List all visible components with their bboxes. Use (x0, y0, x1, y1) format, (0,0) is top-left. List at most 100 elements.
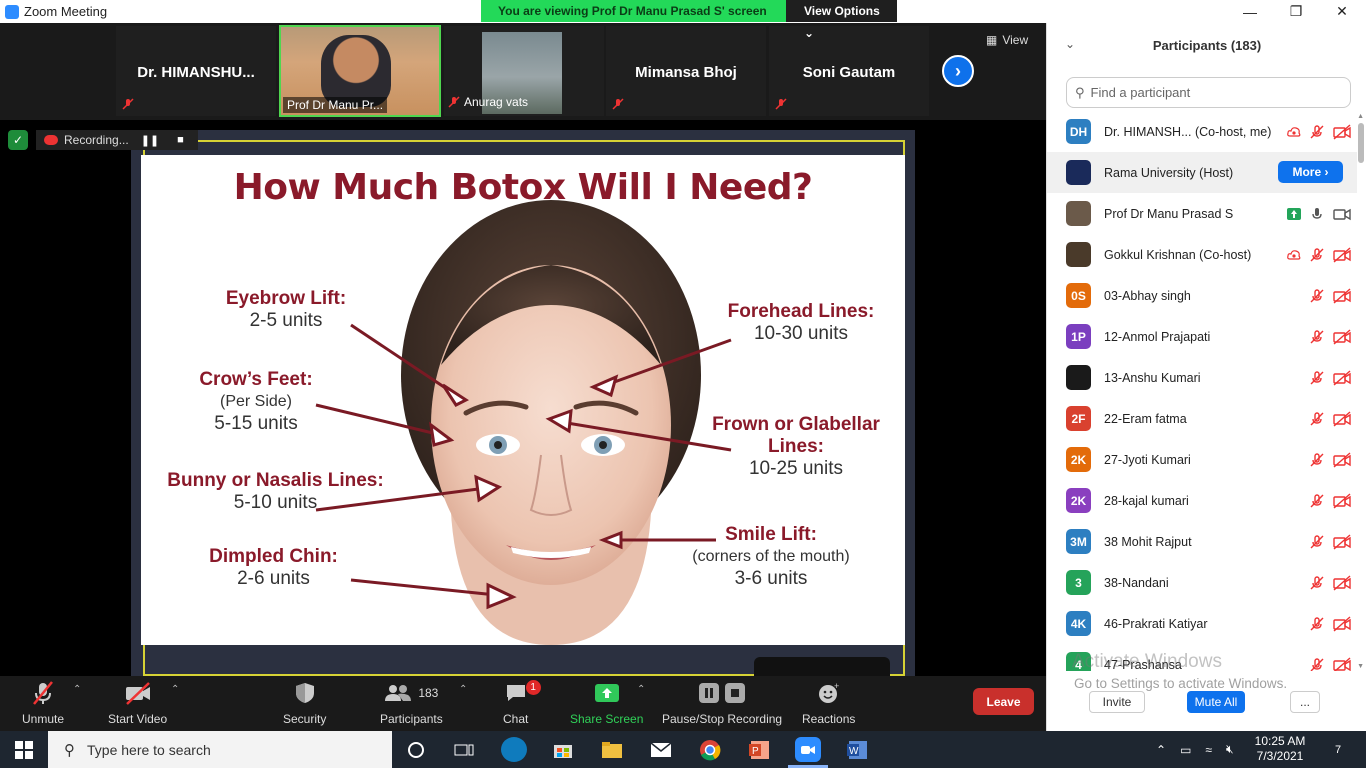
share-options-caret-icon[interactable]: ⌃ (637, 684, 645, 695)
avatar (1066, 242, 1091, 267)
smiley-icon: + (818, 681, 839, 703)
unmute-button[interactable]: Unmute (22, 680, 64, 726)
mute-all-button[interactable]: Mute All (1187, 691, 1245, 713)
task-view-icon[interactable] (451, 737, 477, 762)
more-options-button[interactable]: ... (1290, 691, 1320, 713)
participant-row[interactable]: 3M 38 Mohit Rajput (1047, 521, 1357, 562)
participant-row[interactable]: 1P 12-Anmol Prajapati (1047, 316, 1357, 357)
participants-label: Participants (380, 712, 443, 726)
clock-time: 10:25 AM (1254, 734, 1306, 748)
restore-icon[interactable]: ❐ (1273, 0, 1319, 23)
share-screen-label: Share Screen (570, 712, 644, 726)
meeting-toolbar: Unmute ⌃ Start Video ⌃ Security 183 Part… (0, 676, 1046, 731)
zoom-taskbar-icon[interactable] (795, 737, 821, 762)
callout-title: Forehead Lines: (727, 301, 875, 322)
participant-more-button[interactable]: More › (1278, 161, 1343, 183)
next-page-button[interactable]: › (942, 55, 974, 87)
security-button[interactable]: Security (283, 680, 326, 726)
video-off-icon (1333, 574, 1351, 591)
participant-name: 38 Mohit Rajput (1104, 534, 1192, 549)
callout-units: 5-10 units (233, 492, 318, 513)
cortana-icon[interactable] (403, 737, 429, 762)
store-icon[interactable] (550, 737, 576, 762)
edge-browser-icon[interactable] (501, 737, 527, 762)
audio-options-caret-icon[interactable]: ⌃ (73, 684, 81, 695)
participant-row[interactable]: 2K 28-kajal kumari (1047, 480, 1357, 521)
pause-stop-recording-button[interactable]: Pause/Stop Recording (662, 680, 782, 726)
chrome-icon[interactable] (697, 737, 723, 762)
stop-recording-icon[interactable]: ■ (171, 134, 190, 146)
mic-muted-icon (1310, 657, 1324, 671)
panel-footer: Invite Mute All ... (1047, 689, 1366, 715)
notifications-icon[interactable]: 7 (1325, 737, 1351, 762)
participant-status-icons (1309, 451, 1351, 468)
callout-dimpled-chin: Dimpled Chin: 2-6 units (196, 546, 351, 590)
encryption-shield-icon[interactable]: ✓ (8, 130, 28, 150)
taskbar-search-input[interactable]: ⚲ Type here to search (48, 731, 392, 768)
tray-overflow-icon[interactable]: ⌃ (1156, 743, 1166, 757)
participant-status-icons (1287, 123, 1351, 140)
close-icon[interactable]: ✕ (1319, 0, 1365, 23)
participants-button[interactable]: 183 Participants (380, 680, 443, 726)
participant-row[interactable]: 3 38-Nandani (1047, 562, 1357, 603)
share-screen-button[interactable]: Share Screen (570, 680, 643, 726)
participant-status-icons (1309, 533, 1351, 550)
participant-row[interactable]: 2K 27-Jyoti Kumari (1047, 439, 1357, 480)
video-tile[interactable]: Dr. HIMANSHU... (116, 26, 276, 116)
minimize-icon[interactable]: — (1227, 0, 1273, 23)
pause-recording-icon[interactable]: ❚❚ (135, 134, 165, 147)
participant-status-icons (1287, 246, 1351, 263)
video-tile[interactable]: Soni Gautam (769, 26, 929, 116)
mic-muted-icon (1310, 329, 1324, 343)
participant-row[interactable]: Gokkul Krishnan (Co-host) (1047, 234, 1357, 275)
activate-windows-title: Activate Windows (1072, 651, 1222, 672)
powerpoint-icon[interactable]: P (746, 737, 772, 762)
participant-row[interactable]: 0S 03-Abhay singh (1047, 275, 1357, 316)
video-tile-active-speaker[interactable]: Prof Dr Manu Pr... (279, 25, 441, 117)
share-screen-icon (594, 684, 619, 702)
zoom-app-icon (5, 4, 19, 19)
participant-row[interactable]: DH Dr. HIMANSH... (Co-host, me) (1047, 111, 1357, 152)
file-explorer-icon[interactable] (599, 737, 625, 762)
avatar (1066, 201, 1091, 226)
search-icon: ⚲ (1075, 84, 1085, 100)
reactions-button[interactable]: + Reactions (802, 680, 855, 726)
participants-caret-icon[interactable]: ⌃ (459, 684, 467, 695)
participant-row[interactable]: 4K 46-Prakrati Katiyar (1047, 603, 1357, 644)
taskbar-clock[interactable]: 10:25 AM 7/3/2021 (1245, 734, 1315, 764)
svg-text:P: P (752, 746, 759, 757)
leave-button[interactable]: Leave (973, 688, 1034, 715)
callout-title: Bunny or Nasalis Lines: (167, 470, 384, 491)
wifi-icon[interactable]: ≈ (1205, 743, 1212, 757)
view-label: View (1002, 33, 1029, 47)
window-title: Zoom Meeting (24, 4, 108, 19)
windows-start-button[interactable] (0, 731, 48, 768)
battery-icon[interactable]: ▭ (1180, 743, 1191, 757)
video-options-caret-icon[interactable]: ⌃ (171, 684, 179, 695)
callout-units: 10-30 units (753, 323, 848, 344)
scroll-down-icon[interactable]: ▼ (1357, 663, 1364, 670)
scrollbar-thumb[interactable] (1358, 123, 1364, 163)
start-video-button[interactable]: Start Video (108, 680, 167, 726)
word-icon[interactable]: W (844, 737, 870, 762)
participant-row[interactable]: 2F 22-Eram fatma (1047, 398, 1357, 439)
video-tile[interactable]: Mimansa Bhoj (606, 26, 766, 116)
video-tile[interactable]: Anurag vats (444, 26, 604, 116)
participant-row[interactable]: Rama University (Host) More › (1047, 152, 1357, 193)
video-off-icon (1333, 451, 1351, 468)
view-options-label: View Options (804, 4, 880, 18)
search-icon: ⚲ (64, 741, 75, 759)
video-off-icon (1333, 492, 1351, 509)
participant-status-icons (1309, 492, 1351, 509)
mail-icon[interactable] (648, 737, 674, 762)
participant-search-input[interactable]: ⚲ Find a participant (1066, 77, 1351, 108)
scroll-up-icon[interactable]: ▲ (1357, 113, 1364, 120)
chat-button[interactable]: 1 Chat (503, 680, 541, 726)
view-layout-button[interactable]: ▦ View (986, 33, 1028, 47)
volume-muted-icon[interactable]: 🔇︎ (1226, 742, 1234, 757)
view-options-button[interactable]: View Options ⌄ (786, 0, 897, 40)
invite-button[interactable]: Invite (1089, 691, 1145, 713)
participant-row[interactable]: Prof Dr Manu Prasad S (1047, 193, 1357, 234)
participant-row[interactable]: 13-Anshu Kumari (1047, 357, 1357, 398)
video-off-icon (1333, 123, 1351, 140)
